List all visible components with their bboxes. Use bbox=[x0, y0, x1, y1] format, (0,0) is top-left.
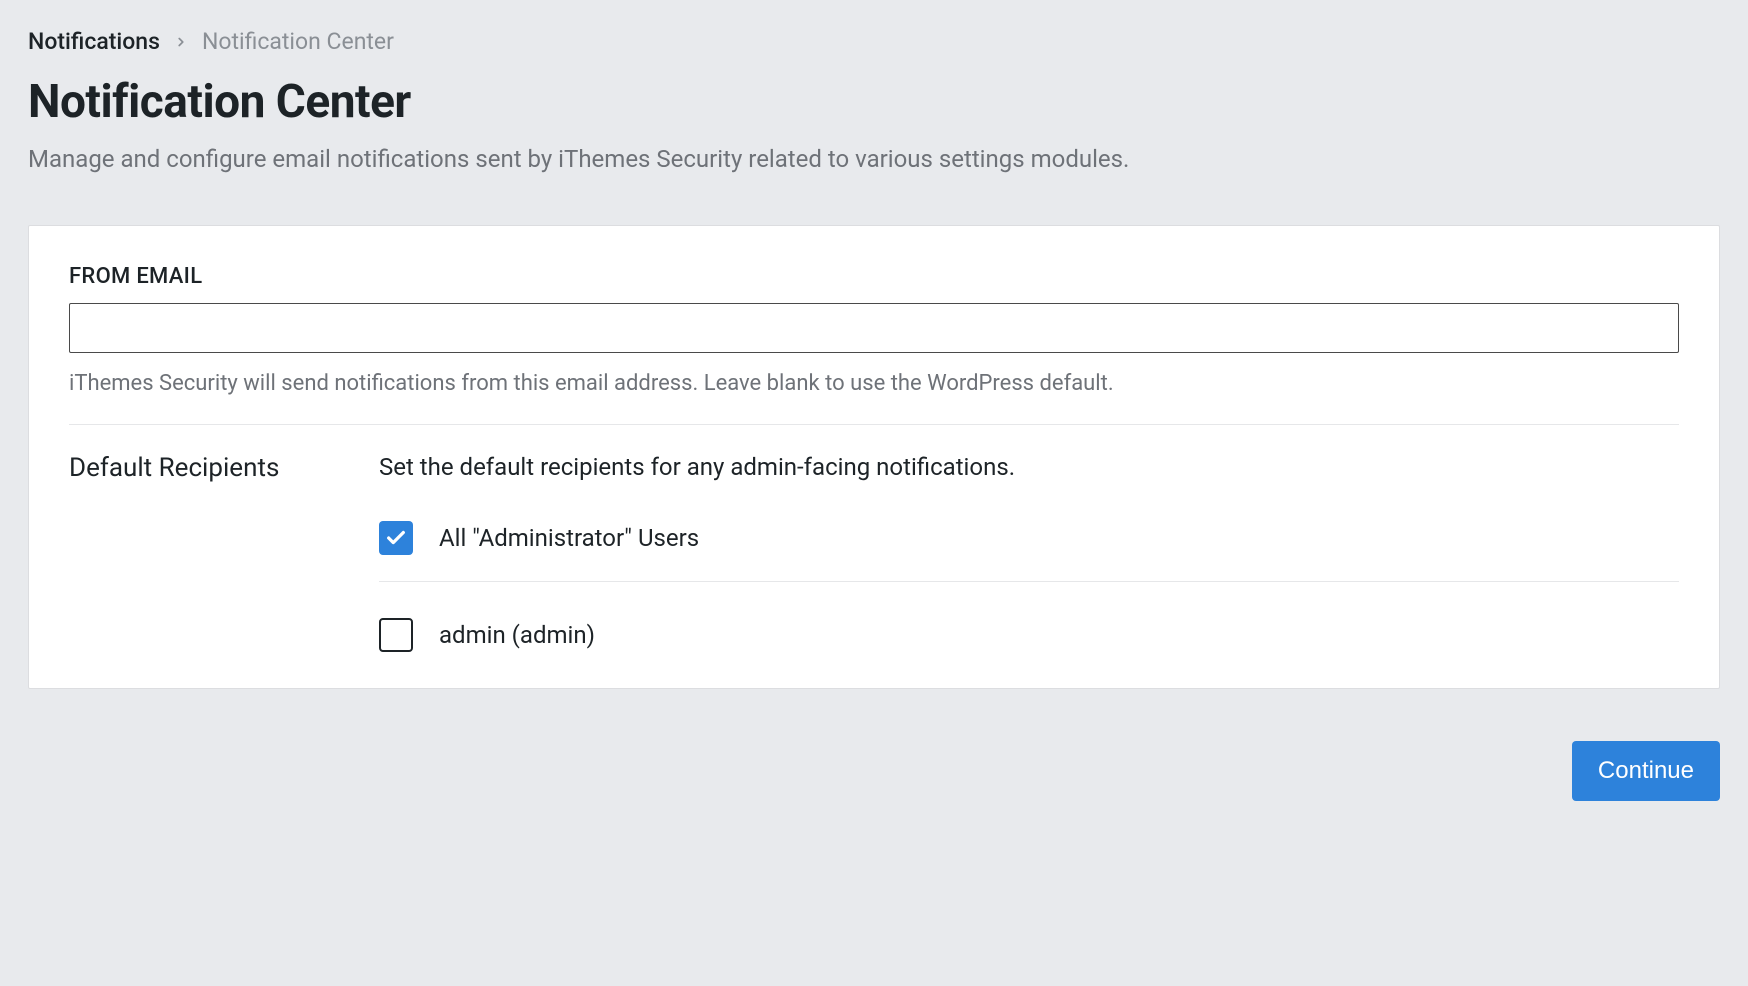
checkbox-admin-user[interactable] bbox=[379, 618, 413, 652]
recipients-section: Default Recipients Set the default recip… bbox=[69, 453, 1679, 678]
page-description: Manage and configure email notifications… bbox=[28, 145, 1720, 173]
divider bbox=[69, 424, 1679, 425]
continue-button[interactable]: Continue bbox=[1572, 741, 1720, 801]
checkbox-label-all-admin: All "Administrator" Users bbox=[439, 524, 699, 552]
checkbox-label-admin-user: admin (admin) bbox=[439, 621, 595, 649]
chevron-right-icon bbox=[174, 35, 188, 49]
recipients-description: Set the default recipients for any admin… bbox=[379, 453, 1679, 481]
checkbox-all-admin[interactable] bbox=[379, 521, 413, 555]
page-title: Notification Center bbox=[28, 75, 1720, 129]
page-actions: Continue bbox=[28, 741, 1720, 801]
from-email-label: FROM EMAIL bbox=[69, 264, 1679, 289]
from-email-field: FROM EMAIL iThemes Security will send no… bbox=[69, 264, 1679, 396]
breadcrumb-parent-link[interactable]: Notifications bbox=[28, 28, 160, 55]
recipient-option-all-admin: All "Administrator" Users bbox=[379, 511, 1679, 582]
from-email-input[interactable] bbox=[69, 303, 1679, 353]
recipients-title: Default Recipients bbox=[69, 453, 329, 483]
settings-card: FROM EMAIL iThemes Security will send no… bbox=[28, 225, 1720, 689]
from-email-help: iThemes Security will send notifications… bbox=[69, 371, 1679, 396]
recipient-option-admin-user: admin (admin) bbox=[379, 608, 1679, 678]
breadcrumb-current: Notification Center bbox=[202, 28, 394, 55]
breadcrumb: Notifications Notification Center bbox=[28, 28, 1720, 55]
check-icon bbox=[385, 527, 407, 549]
